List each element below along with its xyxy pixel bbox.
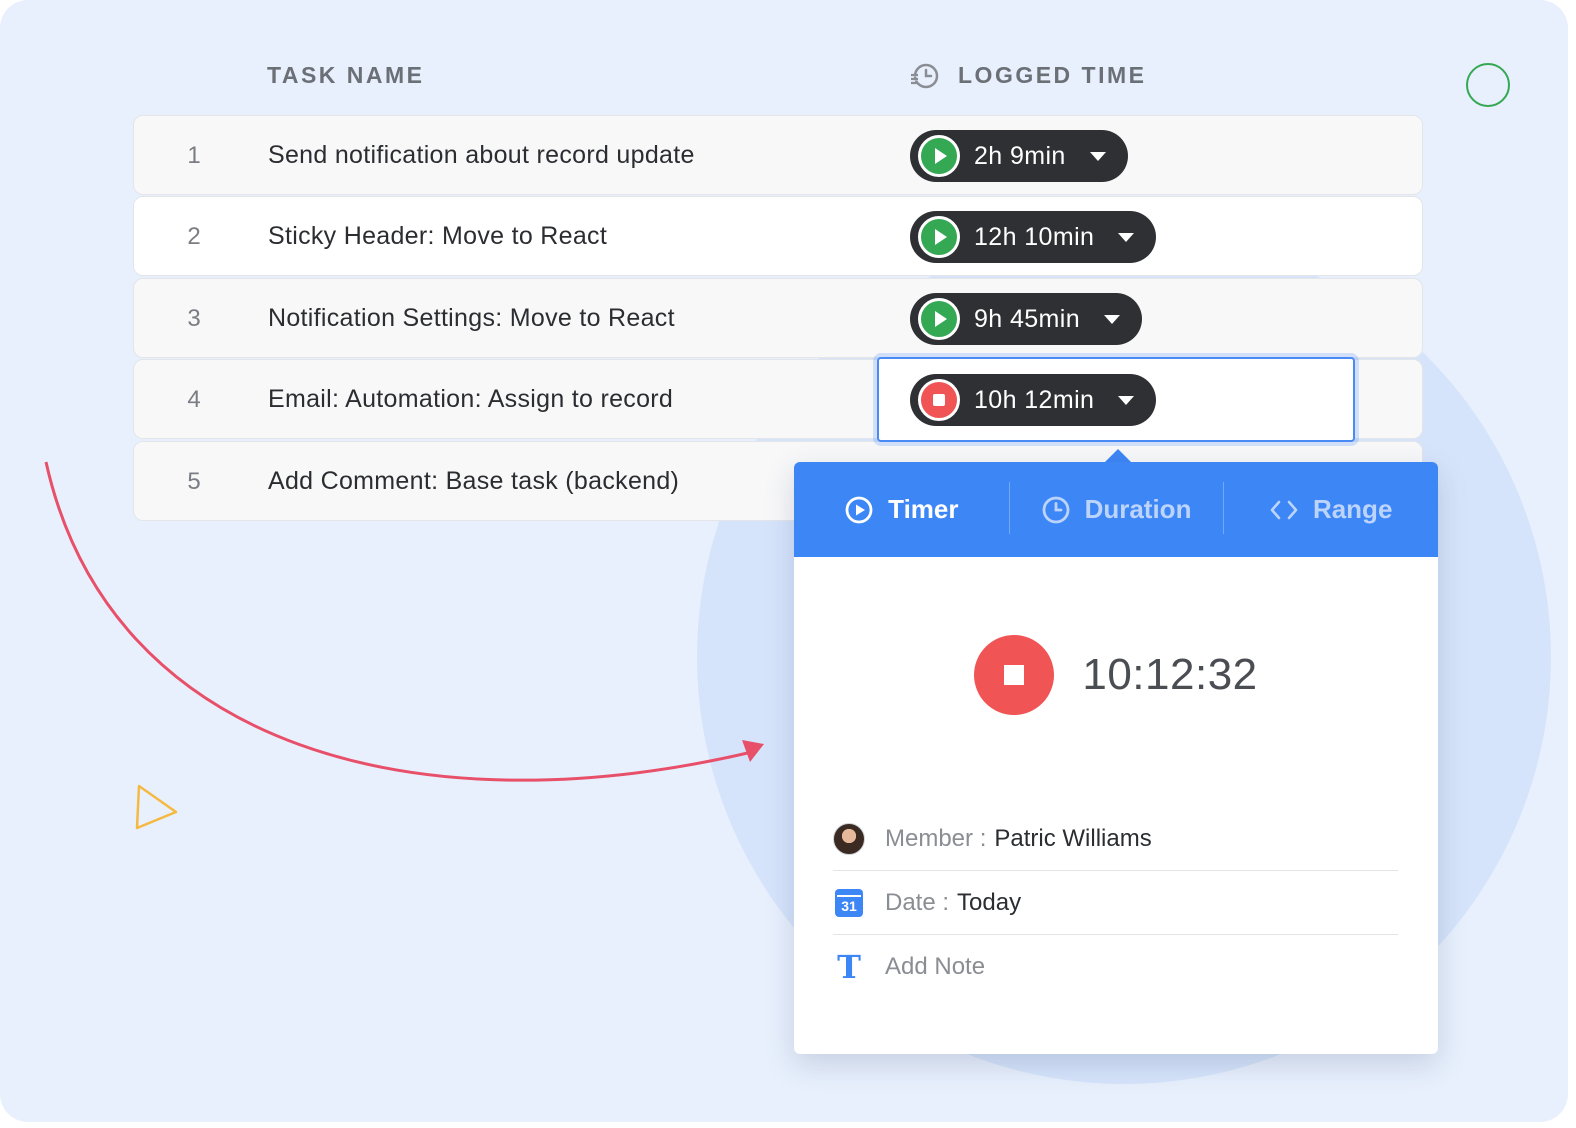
logged-time-value: 10h 12min xyxy=(974,385,1095,414)
logged-time-value: 9h 45min xyxy=(974,304,1081,333)
note-row[interactable]: T Add Note xyxy=(833,935,1398,999)
calendar-day: 31 xyxy=(841,897,857,914)
play-icon[interactable] xyxy=(918,216,960,258)
tab-label: Timer xyxy=(888,494,959,524)
logged-time-pill[interactable]: 2h 9min xyxy=(910,130,1128,182)
logged-time-value: 2h 9min xyxy=(974,141,1066,170)
play-icon[interactable] xyxy=(918,298,960,340)
text-icon-wrap: T xyxy=(833,951,865,983)
table-row[interactable]: 1 Send notification about record update … xyxy=(133,115,1423,195)
task-name[interactable]: Sticky Header: Move to React xyxy=(268,222,607,251)
code-brackets-icon xyxy=(1270,500,1298,519)
text-icon: T xyxy=(837,948,861,986)
caret-down-icon[interactable] xyxy=(1089,151,1106,161)
table-row[interactable]: 2 Sticky Header: Move to React 12h 10min xyxy=(133,196,1423,276)
play-icon[interactable] xyxy=(918,135,960,177)
clock-icon xyxy=(1042,496,1069,523)
logged-time-pill[interactable]: 12h 10min xyxy=(910,211,1157,263)
column-header-task-name: TASK NAME xyxy=(267,62,425,88)
date-label: Date : xyxy=(885,888,950,916)
stop-icon[interactable] xyxy=(918,379,960,421)
avatar xyxy=(833,822,865,855)
history-clock-icon xyxy=(911,63,939,89)
table-row[interactable]: 3 Notification Settings: Move to React 9… xyxy=(133,278,1423,358)
decorative-triangle xyxy=(135,784,178,830)
tab-range[interactable]: Range xyxy=(1223,462,1438,557)
column-header-logged-time: LOGGED TIME xyxy=(958,62,1147,88)
row-number: 1 xyxy=(187,142,201,169)
table-header: TASK NAME LOGGED TIME xyxy=(0,60,1576,94)
stop-icon xyxy=(1004,665,1025,685)
date-value[interactable]: Today xyxy=(957,889,1021,917)
task-name[interactable]: Add Comment: Base task (backend) xyxy=(268,467,679,496)
popup-pointer xyxy=(1104,449,1132,463)
row-number: 4 xyxy=(187,386,201,413)
popup-tabs: Timer Duration Range xyxy=(794,462,1438,557)
logged-time-pill[interactable]: 10h 12min xyxy=(910,374,1157,426)
row-number: 3 xyxy=(187,305,201,332)
tab-timer[interactable]: Timer xyxy=(794,462,1009,557)
add-note-input[interactable]: Add Note xyxy=(885,953,985,981)
tab-label: Duration xyxy=(1084,494,1192,524)
calendar-icon-wrap: 31 xyxy=(833,887,865,919)
logged-time-value: 12h 10min xyxy=(974,222,1095,251)
avatar-wrap xyxy=(833,822,865,855)
task-name[interactable]: Notification Settings: Move to React xyxy=(268,304,675,333)
timer-display: 10:12:32 xyxy=(794,634,1438,716)
member-value[interactable]: Patric Williams xyxy=(994,825,1151,853)
caret-down-icon[interactable] xyxy=(1104,314,1121,324)
member-row[interactable]: Member : Patric Williams xyxy=(833,807,1398,871)
row-number: 5 xyxy=(187,468,201,495)
row-number: 2 xyxy=(187,223,201,250)
task-name[interactable]: Email: Automation: Assign to record xyxy=(268,385,673,414)
task-name[interactable]: Send notification about record update xyxy=(268,141,695,170)
time-tracking-popup: Timer Duration Range 10:12:32 Member : P… xyxy=(794,462,1438,1054)
stop-timer-button[interactable] xyxy=(974,635,1055,715)
logged-time-pill[interactable]: 9h 45min xyxy=(910,293,1143,345)
date-row[interactable]: 31 Date : Today xyxy=(833,871,1398,935)
play-circle-icon xyxy=(845,496,873,523)
tab-duration[interactable]: Duration xyxy=(1008,462,1224,557)
caret-down-icon[interactable] xyxy=(1118,395,1135,405)
timer-value: 10:12:32 xyxy=(1082,650,1258,699)
caret-down-icon[interactable] xyxy=(1118,232,1135,242)
tab-label: Range xyxy=(1312,494,1393,524)
calendar-icon: 31 xyxy=(835,888,863,917)
member-label: Member : xyxy=(885,824,987,852)
decorative-arrow-head xyxy=(742,740,764,762)
logged-time-cell-focused[interactable]: 10h 12min xyxy=(877,357,1355,442)
